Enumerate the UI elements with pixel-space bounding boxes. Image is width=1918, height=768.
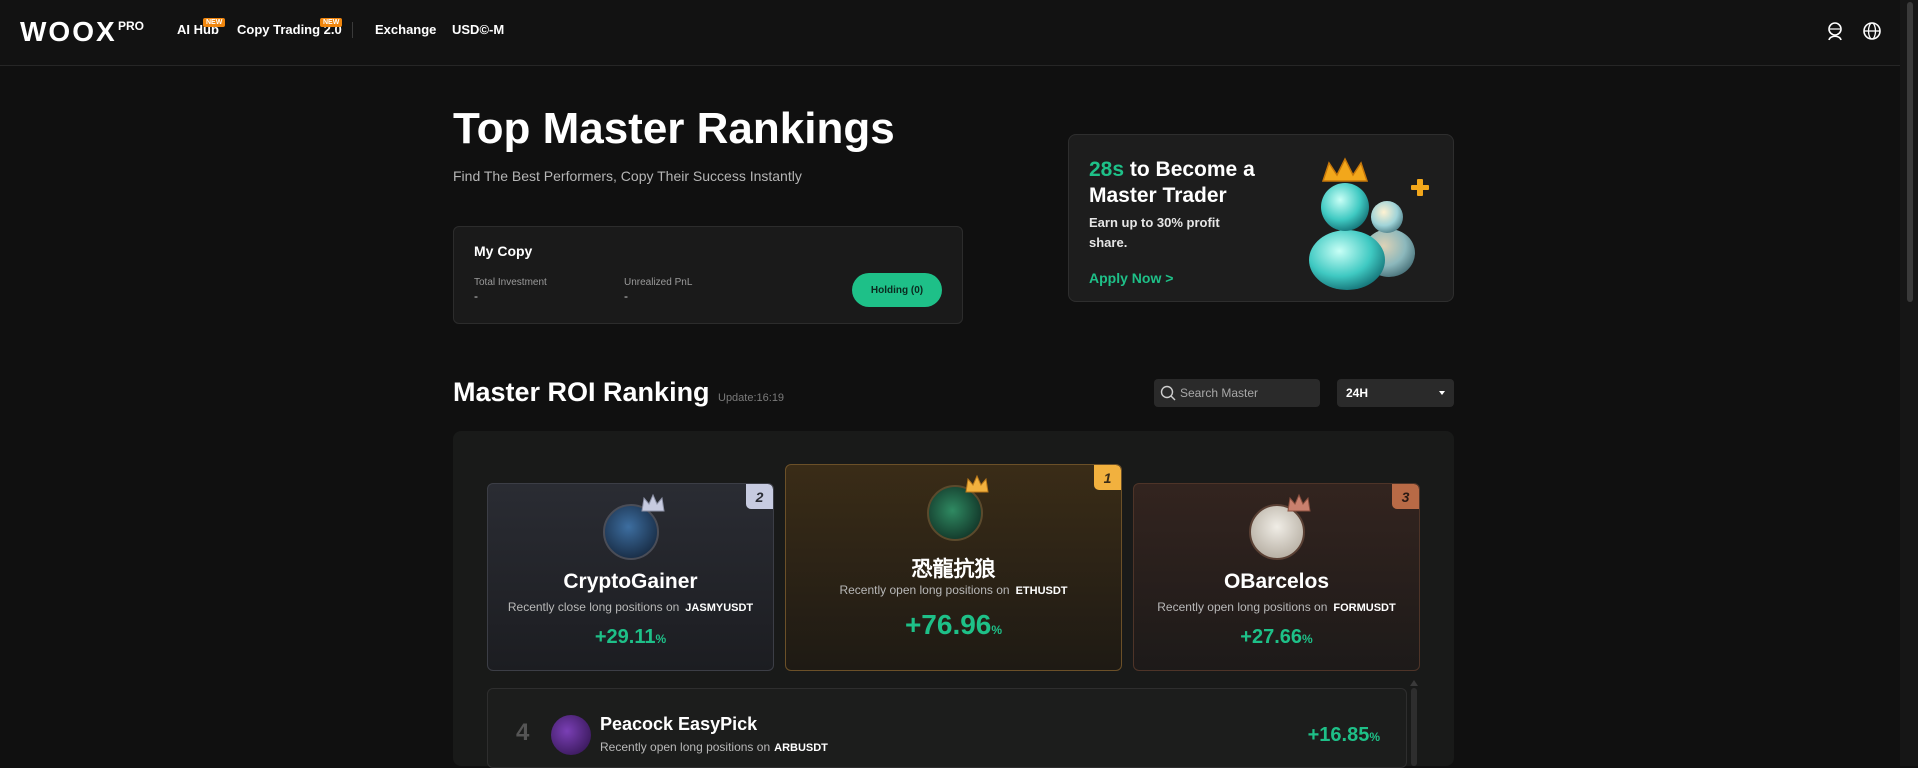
roi-unit: % [655, 632, 667, 646]
search-icon [1160, 385, 1176, 401]
user-icon[interactable] [1824, 20, 1846, 42]
nav-divider [352, 22, 353, 38]
bronze-crown-icon [1287, 493, 1311, 512]
rank-number: 4 [516, 719, 530, 746]
globe-icon[interactable] [1861, 20, 1883, 42]
master-roi: +29.11% [488, 626, 773, 649]
new-badge: NEW [203, 18, 226, 27]
master-trader-illustration [1309, 157, 1429, 290]
unrealized-pnl-label: Unrealized PnL [624, 277, 693, 288]
caret-down-icon [1439, 391, 1445, 395]
master-activity: Recently open long positions on ARBUSDT [600, 740, 828, 754]
promo-description: Earn up to 30% profit share. [1089, 215, 1220, 250]
period-selected-value: 24H [1346, 386, 1369, 400]
master-card-rank-1[interactable]: 1 恐龍抗狼 Recently open long positions on ET… [785, 464, 1122, 671]
holding-button[interactable]: Holding (0) [852, 273, 942, 307]
master-activity: Recently close long positions on JASMYUSD… [488, 600, 773, 614]
master-activity: Recently open long positions on ETHUSDT [786, 583, 1121, 597]
promo-title: 28s to Become a Master Trader [1089, 157, 1289, 209]
search-master-box[interactable] [1154, 379, 1320, 407]
activity-symbol: ARBUSDT [774, 742, 828, 754]
logo-text: WOOX [20, 16, 117, 47]
rank-badge: 1 [1094, 465, 1121, 490]
my-copy-panel: My Copy Total Investment - Unrealized Pn… [453, 226, 963, 324]
roi-value: +29.11 [594, 626, 656, 648]
roi-unit: % [1302, 632, 1313, 646]
scroll-up-icon[interactable] [1410, 680, 1418, 686]
page-scrollbar[interactable] [1900, 0, 1918, 766]
activity-symbol: ETHUSDT [1015, 585, 1068, 597]
activity-text: Recently open long positions on [1157, 600, 1328, 614]
period-select[interactable]: 24H [1337, 379, 1454, 407]
list-scrollbar[interactable] [1411, 688, 1417, 766]
master-activity: Recently open long positions on FORMUSDT [1134, 600, 1419, 614]
unrealized-pnl-value: - [624, 289, 628, 303]
master-roi: +16.85% [1308, 724, 1380, 747]
apply-now-link[interactable]: Apply Now > [1089, 270, 1173, 286]
total-investment-value: - [474, 289, 478, 303]
page-scrollbar-thumb[interactable] [1907, 2, 1913, 302]
total-investment-label: Total Investment [474, 277, 547, 288]
logo-suffix: PRO [118, 19, 145, 33]
roi-value: +76.96 [904, 609, 992, 640]
master-card-rank-3[interactable]: 3 OBarcelos Recently open long positions… [1133, 483, 1420, 671]
master-list-row[interactable]: 4 Peacock EasyPick Recently open long po… [487, 688, 1407, 768]
master-name: Peacock EasyPick [600, 714, 758, 734]
roi-unit: % [1369, 730, 1380, 744]
promo-countdown: 28s [1089, 158, 1125, 181]
search-master-input[interactable] [1180, 379, 1316, 407]
master-card-rank-2[interactable]: 2 CryptoGainer Recently close long posit… [487, 483, 774, 671]
activity-text: Recently open long positions on [600, 740, 771, 754]
activity-symbol: JASMYUSDT [685, 602, 754, 614]
roi-unit: % [991, 623, 1003, 637]
rank-badge: 3 [1392, 484, 1419, 509]
become-master-promo[interactable]: 28s to Become a Master Trader Earn up to… [1068, 134, 1454, 302]
page-title: Top Master Rankings [453, 104, 895, 153]
my-copy-title: My Copy [474, 243, 533, 259]
master-roi: +76.96% [786, 609, 1121, 641]
master-name: OBarcelos [1223, 570, 1330, 593]
rank-badge: 2 [746, 484, 773, 509]
activity-text: Recently open long positions on [839, 583, 1010, 597]
nav-exchange[interactable]: Exchange [375, 22, 436, 37]
master-name: CryptoGainer [563, 570, 698, 593]
new-badge: NEW [320, 18, 343, 27]
top-bar: WOOX PRO AI Hub NEW Copy Trading 2.0 NEW… [0, 0, 1918, 66]
roi-value: +16.85 [1307, 724, 1370, 746]
silver-crown-icon [641, 493, 665, 512]
ranking-title: Master ROI Ranking [453, 377, 710, 407]
master-roi: +27.66% [1134, 626, 1419, 649]
activity-symbol: FORMUSDT [1333, 602, 1396, 614]
ranking-update-time: Update:16:19 [718, 392, 785, 404]
nav-usdc-m[interactable]: USD©-M [452, 22, 504, 37]
page-subtitle: Find The Best Performers, Copy Their Suc… [453, 168, 802, 184]
master-name: 恐龍抗狼 [911, 558, 996, 581]
activity-text: Recently close long positions on [507, 600, 680, 614]
woox-logo[interactable]: WOOX PRO [20, 16, 144, 48]
avatar [551, 715, 591, 755]
roi-value: +27.66 [1240, 626, 1303, 648]
gold-crown-icon [965, 474, 989, 493]
